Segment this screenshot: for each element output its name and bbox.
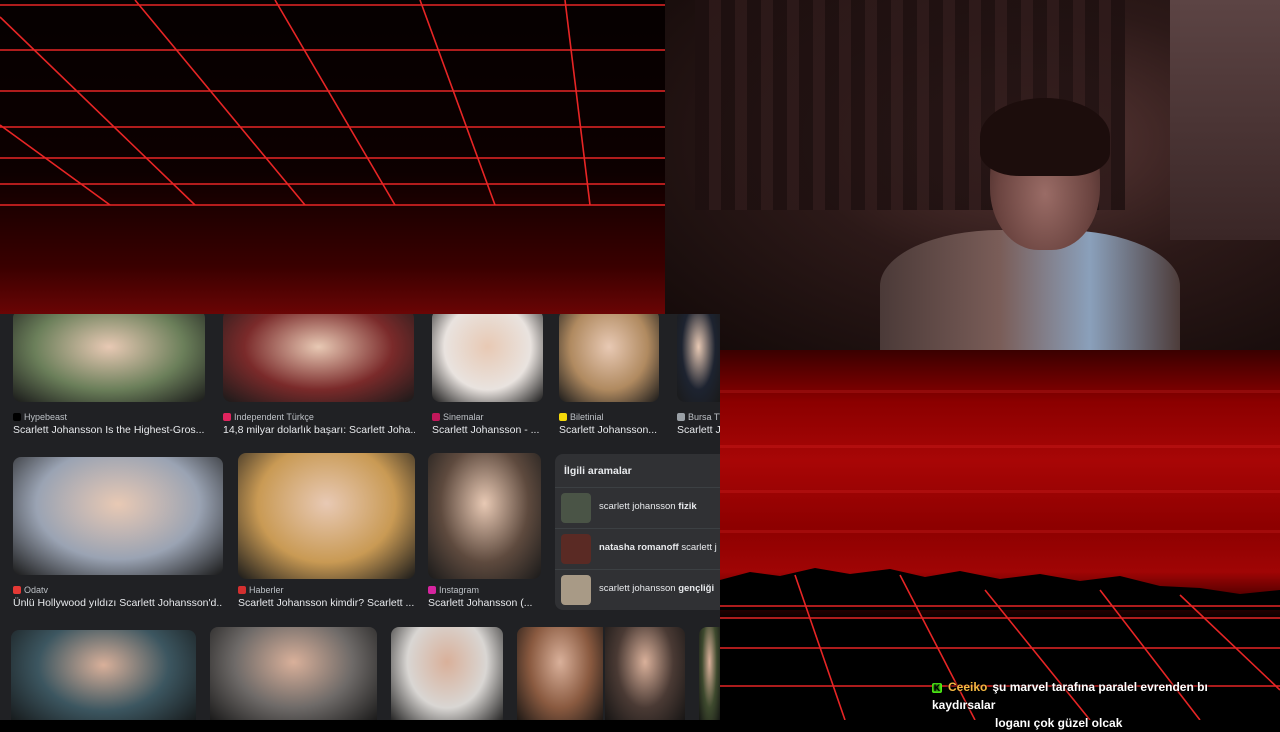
image-result[interactable]: Hypebeast Scarlett Johansson Is the High… — [13, 314, 205, 436]
result-title[interactable]: Scarlett Jo — [677, 424, 720, 436]
image-result[interactable]: Independent Türkçe 14,8 milyar dolarlık … — [223, 314, 415, 436]
streamer-hair — [980, 98, 1110, 176]
related-prefix: scarlett johansson — [599, 583, 679, 594]
result-image[interactable] — [13, 457, 223, 575]
result-source: Bursa TV — [677, 412, 720, 422]
image-result[interactable] — [517, 627, 603, 720]
grid-lines-bottom — [720, 568, 1280, 720]
chat-badge-icon: K — [932, 683, 942, 693]
related-searches-title: İlgili aramalar — [564, 465, 632, 477]
result-title[interactable]: Scarlett Johansson - ... — [432, 424, 544, 436]
related-search-item[interactable]: natasha romanoff scarlett j — [555, 528, 720, 569]
result-image[interactable] — [428, 453, 541, 579]
result-image[interactable] — [432, 314, 543, 402]
source-name: Bursa TV — [688, 412, 720, 422]
source-name: Instagram — [439, 585, 480, 595]
source-favicon — [13, 586, 21, 594]
result-source: Sinemalar — [432, 412, 484, 422]
image-result[interactable]: Bursa TV Scarlett Jo — [677, 314, 720, 436]
related-search-text[interactable]: scarlett johansson gençliği — [599, 583, 714, 594]
source-favicon — [559, 413, 567, 421]
overlay-grid-top — [0, 0, 665, 314]
chat-username[interactable]: Ceeiko — [948, 680, 987, 694]
image-result[interactable]: Sinemalar Scarlett Johansson - ... — [432, 314, 544, 436]
related-prefix: scarlett johansson — [599, 501, 679, 512]
grid-lines-top — [0, 0, 665, 206]
source-name: Independent Türkçe — [234, 412, 314, 422]
chat-text-line2: loganı çok güzel olcak — [995, 716, 1123, 730]
image-result[interactable] — [11, 630, 196, 720]
related-bold: gençliği — [678, 583, 715, 594]
related-search-text[interactable]: scarlett johansson fizik — [599, 501, 697, 512]
result-title[interactable]: Scarlett Johansson kimdir? Scarlett ... — [238, 597, 415, 609]
chat-message: K Ceeiko şu marvel tarafına paralel evrend… — [932, 678, 1272, 732]
related-search-text[interactable]: natasha romanoff scarlett j — [599, 542, 717, 553]
chat-line-1: K Ceeiko şu marvel tarafına paralel evrend… — [932, 678, 1272, 714]
image-search-results: Hypebeast Scarlett Johansson Is the High… — [0, 314, 720, 720]
image-result[interactable]: Odatv Ünlü Hollywood yıldızı Scarlett Jo… — [13, 457, 223, 612]
result-title[interactable]: Ünlü Hollywood yıldızı Scarlett Johansso… — [13, 597, 223, 609]
source-favicon — [223, 413, 231, 421]
image-result[interactable]: Biletinial Scarlett Johansson... — [559, 314, 659, 436]
related-search-item[interactable]: scarlett johansson gençliği — [555, 569, 720, 610]
result-image[interactable] — [238, 453, 415, 579]
related-thumb — [561, 534, 591, 564]
related-thumb — [561, 493, 591, 523]
source-name: Sinemalar — [443, 412, 484, 422]
result-source: Instagram — [428, 585, 479, 595]
image-result[interactable]: Haberler Scarlett Johansson kimdir? Scar… — [238, 453, 415, 612]
image-result[interactable] — [605, 627, 685, 720]
result-title[interactable]: Scarlett Johansson... — [559, 424, 659, 436]
source-name: Hypebeast — [24, 412, 68, 422]
source-favicon — [432, 413, 440, 421]
related-search-item[interactable]: scarlett johansson fizik — [555, 487, 720, 528]
related-thumb — [561, 575, 591, 605]
related-searches-panel: İlgili aramalar scarlett johansson fizik… — [555, 454, 720, 610]
source-name: Odatv — [24, 585, 49, 595]
result-source: Hypebeast — [13, 412, 67, 422]
webcam-feed — [665, 0, 1280, 350]
result-image[interactable] — [677, 314, 720, 402]
overlay-grid-bottom — [720, 350, 1280, 720]
result-title[interactable]: Scarlett Johansson Is the Highest-Gros..… — [13, 424, 205, 436]
source-favicon — [238, 586, 246, 594]
result-source: Independent Türkçe — [223, 412, 314, 422]
result-source: Biletinial — [559, 412, 604, 422]
related-bold: natasha romanoff — [599, 542, 679, 553]
source-favicon — [428, 586, 436, 594]
result-title[interactable]: Scarlett Johansson (... — [428, 597, 541, 609]
result-image[interactable] — [13, 314, 205, 402]
result-title[interactable]: 14,8 milyar dolarlık başarı: Scarlett Jo… — [223, 424, 415, 436]
image-result[interactable]: Instagram Scarlett Johansson (... — [428, 453, 541, 612]
image-result[interactable] — [699, 627, 720, 720]
result-image[interactable] — [223, 314, 414, 402]
source-name: Haberler — [249, 585, 284, 595]
source-favicon — [13, 413, 21, 421]
result-source: Haberler — [238, 585, 284, 595]
image-result[interactable] — [210, 627, 377, 720]
result-image[interactable] — [559, 314, 659, 402]
image-result[interactable] — [391, 627, 503, 720]
related-bold: fizik — [678, 501, 697, 512]
background-door — [1170, 0, 1280, 240]
result-source: Odatv — [13, 585, 48, 595]
source-favicon — [677, 413, 685, 421]
related-suffix: scarlett j — [678, 542, 717, 553]
source-name: Biletinial — [570, 412, 604, 422]
